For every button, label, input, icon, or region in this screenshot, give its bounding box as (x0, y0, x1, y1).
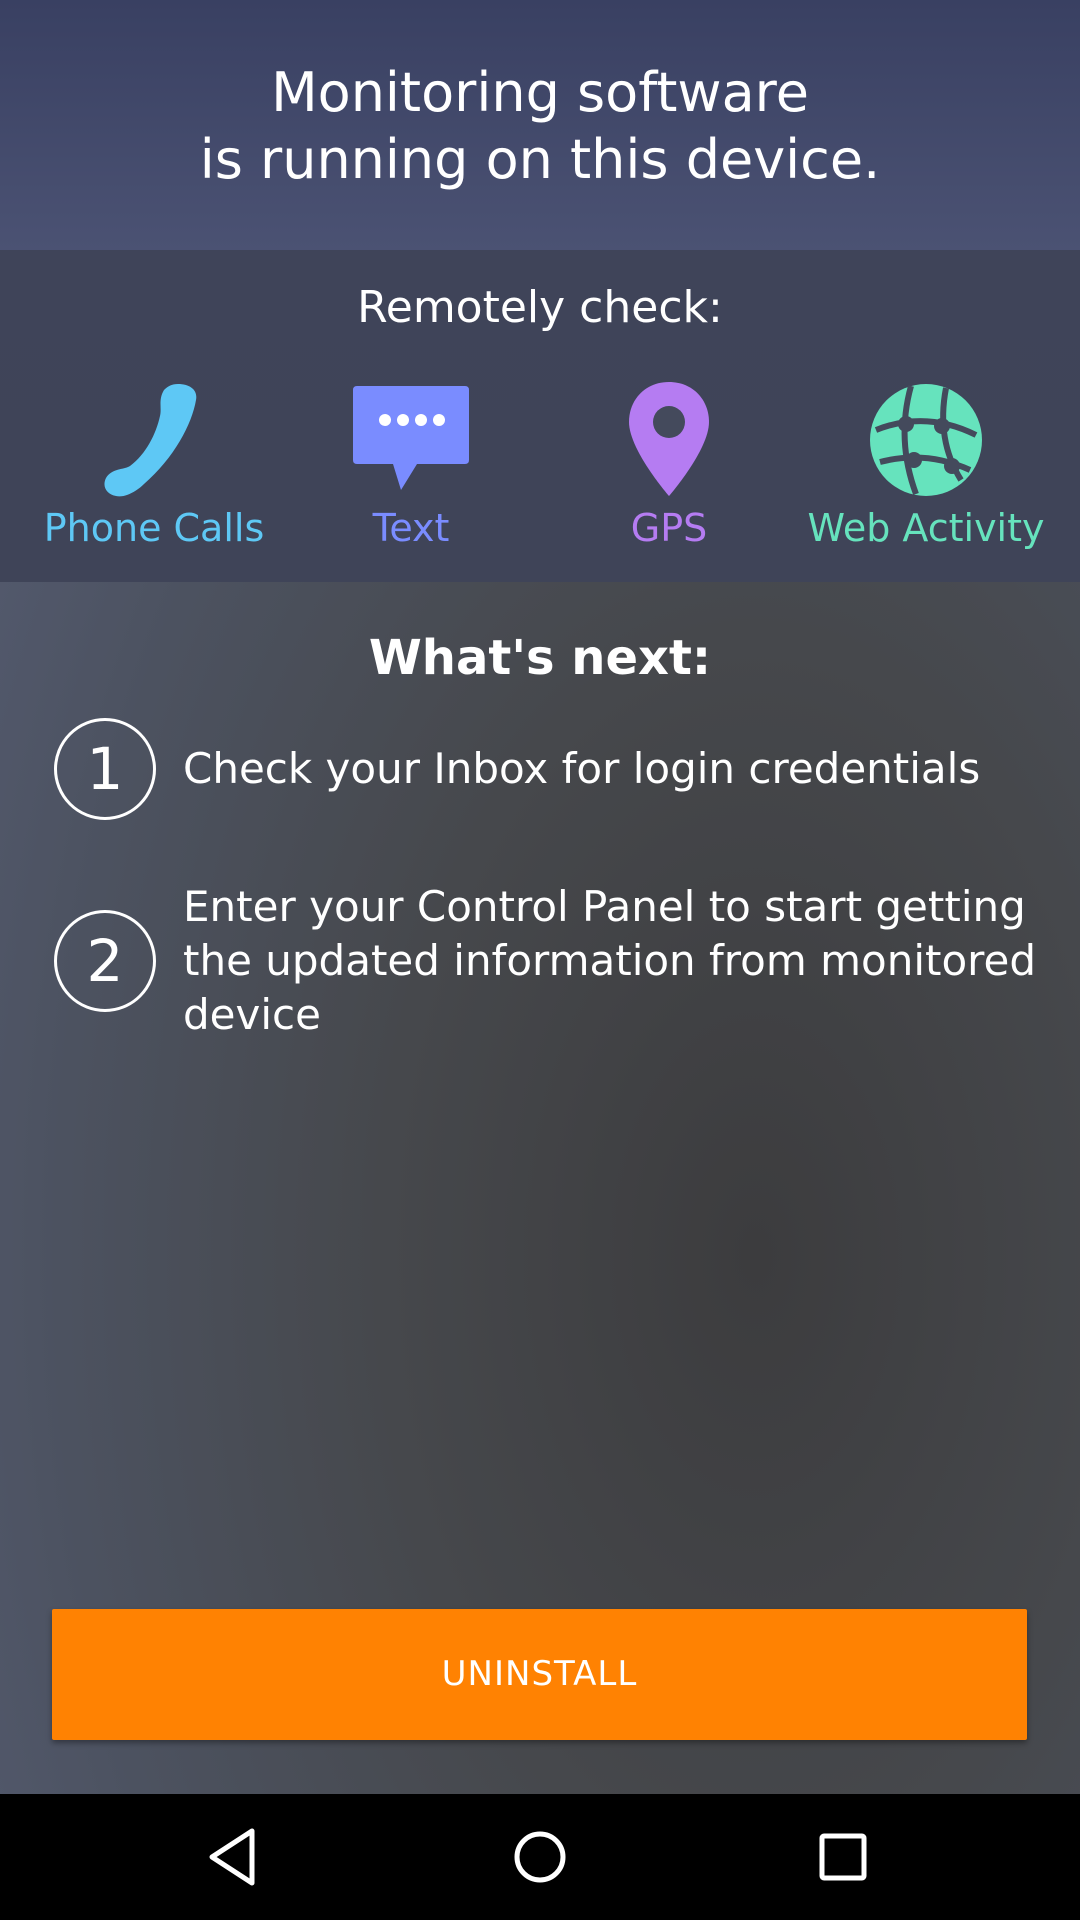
header-title-line-1: Monitoring software (271, 61, 809, 124)
message-icon (353, 386, 469, 490)
phone-icon (104, 384, 197, 497)
map-pin-icon (629, 382, 709, 496)
step-number-badge: 2 (54, 910, 156, 1012)
step-text: Check your Inbox for login credentials (183, 744, 981, 793)
feature-label-text: Text (372, 506, 450, 550)
step-number-badge: 1 (54, 718, 156, 820)
header-banner: Monitoring software is running on this d… (0, 0, 1080, 250)
home-icon[interactable] (500, 1817, 580, 1897)
feature-label-web-activity: Web Activity (807, 506, 1045, 550)
feature-label-gps: GPS (630, 506, 708, 550)
step-text: Enter your Control Panel to start gettin… (183, 882, 1037, 1039)
remote-check-section: Remotely check: Phone Calls Text GPS Web… (0, 250, 1080, 582)
app-screen: Monitoring software is running on this d… (0, 0, 1080, 1794)
globe-icon (870, 384, 982, 496)
back-icon[interactable] (196, 1817, 276, 1897)
remote-check-title: Remotely check: (357, 282, 723, 333)
feature-phone-calls[interactable]: Phone Calls (25, 380, 283, 560)
system-navigation-bar (0, 1794, 1080, 1920)
recent-apps-icon[interactable] (803, 1817, 883, 1897)
uninstall-button[interactable]: UNINSTALL (52, 1609, 1027, 1740)
feature-label-phone-calls: Phone Calls (43, 506, 265, 550)
feature-gps[interactable]: GPS (540, 380, 798, 560)
header-title-line-2: is running on this device. (199, 128, 881, 191)
feature-web-activity[interactable]: Web Activity (797, 380, 1055, 560)
feature-text[interactable]: Text (282, 380, 540, 560)
whats-next-title: What's next: (368, 630, 712, 686)
